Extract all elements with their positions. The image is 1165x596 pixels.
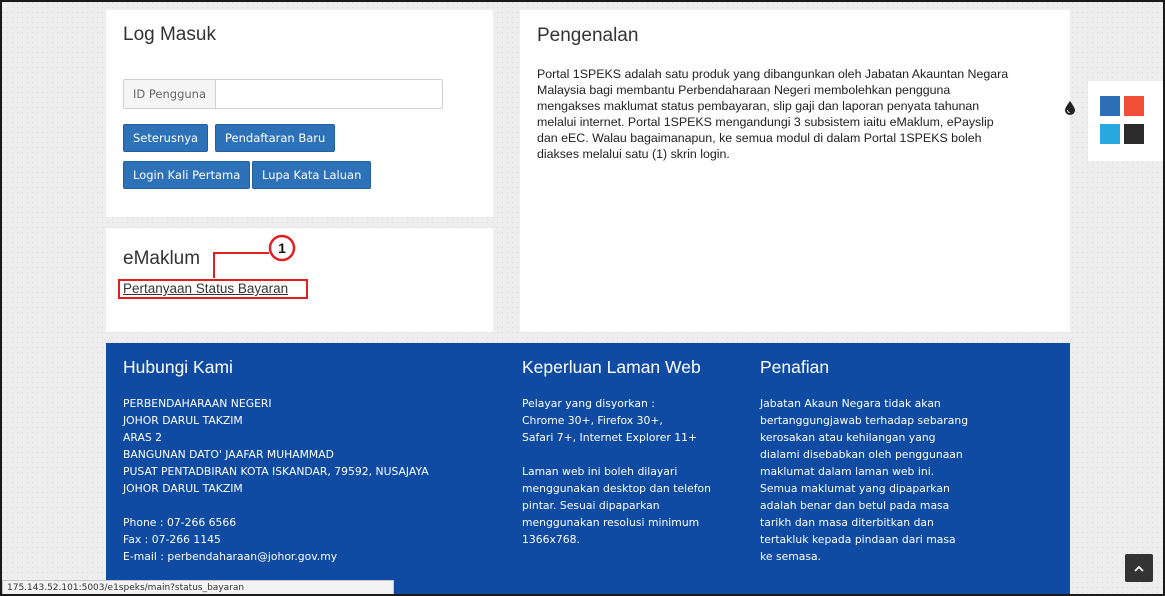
disclaimer-line: Jabatan Akaun Negara tidak akan [760,397,941,410]
requirements-line: Pelayar yang disyorkan : [522,397,655,410]
disclaimer-title: Penafian [760,357,830,377]
callout-connector-line [213,252,269,278]
user-id-group: ID Pengguna [123,79,443,109]
intro-title: Pengenalan [537,25,639,46]
contact-address-line: BANGUNAN DATO' JAAFAR MUHAMMAD [123,448,334,461]
chevron-up-icon [1134,565,1144,572]
register-button[interactable]: Pendaftaran Baru [215,124,336,152]
disclaimer-line: kerosakan atau kehilangan yang [760,431,936,444]
footer-requirements: Keperluan Laman Web Pelayar yang disyork… [522,357,711,548]
callout-annotation: 1 [213,234,296,278]
contact-address-line: PERBENDAHARAAN NEGERI [123,397,272,410]
user-id-input[interactable] [216,80,442,108]
requirements-line: menggunakan resolusi minimum [522,516,700,529]
disclaimer-line: dialami disebabkan oleh penggunaan [760,448,963,461]
theme-swatch-red[interactable] [1124,96,1144,116]
contact-address-line: JOHOR DARUL TAKZIM [123,414,243,427]
theme-swatch-panel [1088,81,1165,161]
forgot-password-button[interactable]: Lupa Kata Laluan [252,161,372,189]
user-id-label: ID Pengguna [124,80,216,108]
status-bar-url: 175.143.52.101:5003/e1speks/main?status_… [2,580,394,596]
emaklum-panel: eMaklum Pertanyaan Status Bayaran 1 [106,228,493,332]
disclaimer-line: tertakluk kepada pindaan dari masa [760,533,956,546]
requirements-title: Keperluan Laman Web [522,357,701,377]
site-footer: Hubungi Kami PERBENDAHARAAN NEGERI JOHOR… [106,343,1070,596]
requirements-line: Laman web ini boleh dilayari [522,465,678,478]
intro-line: Portal 1SPEKS adalah satu produk yang di… [537,67,1009,81]
disclaimer-line: Semua maklumat yang dipaparkan [760,482,950,495]
requirements-line: Chrome 30+, Firefox 30+, [522,414,663,427]
intro-line: Malaysia bagi membantu Perbendaharaan Ne… [537,83,951,97]
disclaimer-line: adalah benar dan betul pada masa [760,499,950,512]
requirements-line: menggunakan desktop dan telefon [522,482,711,495]
next-button[interactable]: Seterusnya [123,124,209,152]
footer-disclaimer: Penafian Jabatan Akaun Negara tidak akan… [760,357,968,565]
contact-email: E-mail : perbendaharaan@johor.gov.my [123,550,338,563]
requirements-line: Safari 7+, Internet Explorer 11+ [522,431,698,444]
disclaimer-line: maklumat dalam laman web ini. [760,465,935,478]
footer-contact: Hubungi Kami PERBENDAHARAAN NEGERI JOHOR… [123,357,429,565]
contact-address-line: ARAS 2 [123,431,162,444]
login-panel: Log Masuk ID Pengguna Seterusnya Pendaft… [106,10,493,217]
theme-swatch-blue[interactable] [1100,96,1120,116]
scroll-top-button[interactable] [1125,554,1153,582]
contact-fax: Fax : 07-266 1145 [123,533,221,546]
disclaimer-line: ke semasa. [760,550,822,563]
requirements-line: 1366x768. [522,533,580,546]
requirements-line: pintar. Sesuai dipaparkan [522,499,660,512]
disclaimer-line: bertanggungjawab terhadap sebarang [760,414,969,427]
intro-line: mengakses maklumat status pembayaran, sl… [537,99,980,113]
callout-number: 1 [278,240,286,256]
login-title: Log Masuk [123,24,216,45]
contact-address-line: JOHOR DARUL TAKZIM [123,482,243,495]
intro-line: dan eEC. Walau bagaimanapun, ke semua mo… [537,131,982,145]
water-drop-icon[interactable] [1065,101,1075,115]
disclaimer-line: tarikh dan masa diterbitkan dan [760,516,934,529]
theme-swatch-dark[interactable] [1124,124,1144,144]
intro-line: melalui internet. Portal 1SPEKS mengandu… [537,115,994,129]
contact-title: Hubungi Kami [123,357,233,377]
first-login-button[interactable]: Login Kali Pertama [123,161,251,189]
theme-swatch-lightblue[interactable] [1100,124,1120,144]
contact-address-line: PUSAT PENTADBIRAN KOTA ISKANDAR, 79592, … [123,465,429,478]
intro-line: diakses melalui satu (1) skrin login. [537,147,730,161]
intro-text: Portal 1SPEKS adalah satu produk yang di… [537,66,1057,162]
intro-panel: Pengenalan Portal 1SPEKS adalah satu pro… [520,10,1070,332]
contact-phone: Phone : 07-266 6566 [123,516,237,529]
